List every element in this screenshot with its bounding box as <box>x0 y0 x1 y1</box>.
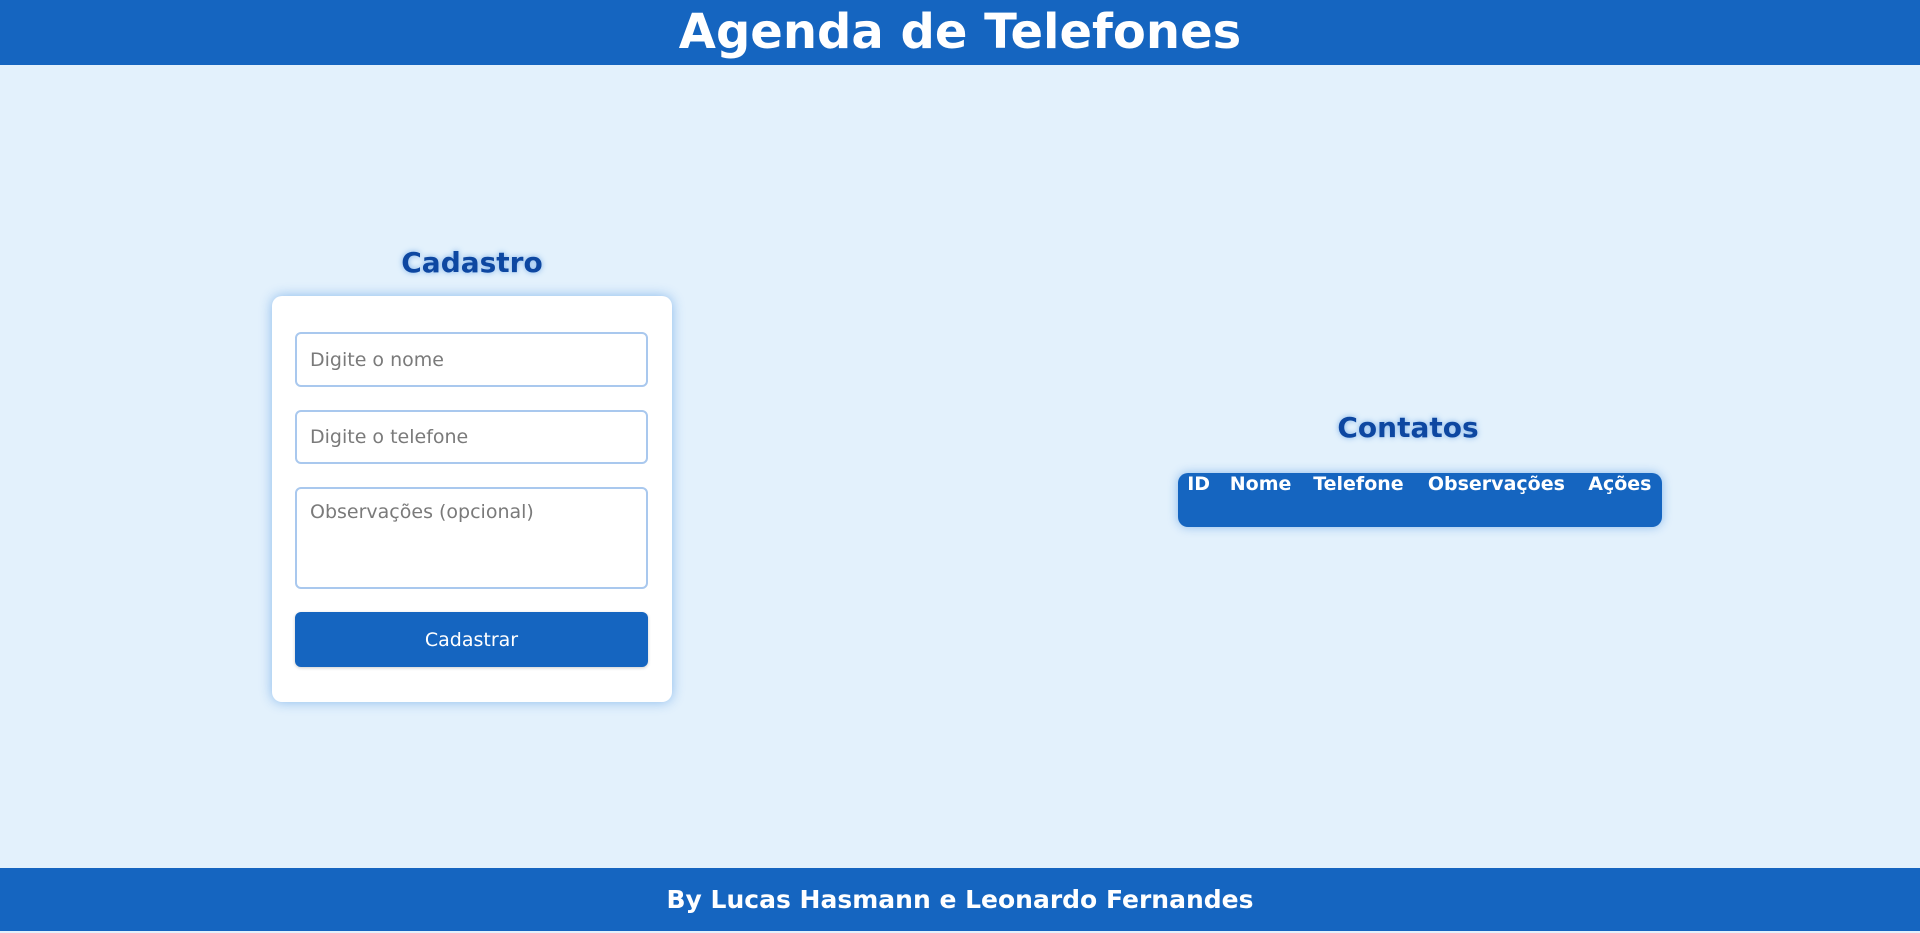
cadastro-form: Cadastrar <box>272 296 672 702</box>
observacoes-textarea[interactable] <box>295 487 648 589</box>
cadastrar-button[interactable]: Cadastrar <box>295 612 648 667</box>
column-header-observacoes: Observações <box>1427 473 1565 495</box>
contacts-table-body <box>1178 495 1662 527</box>
footer-credits: By Lucas Hasmann e Leonardo Fernandes <box>666 885 1254 914</box>
contacts-table-grid: ID Nome Telefone Observações Ações <box>1178 473 1662 527</box>
top-header: Agenda de Telefones <box>0 0 1920 65</box>
column-header-id: ID <box>1187 473 1211 495</box>
telefone-input[interactable] <box>295 410 648 464</box>
nome-input[interactable] <box>295 332 648 387</box>
cadastro-title: Cadastro <box>401 246 543 279</box>
footer: By Lucas Hasmann e Leonardo Fernandes <box>0 868 1920 931</box>
page-title: Agenda de Telefones <box>678 4 1242 60</box>
column-header-acoes: Ações <box>1588 473 1652 495</box>
contatos-title: Contatos <box>1337 411 1479 444</box>
page: Agenda de Telefones Cadastro Cadastrar C… <box>0 0 1920 933</box>
column-header-nome: Nome <box>1229 473 1292 495</box>
column-header-telefone: Telefone <box>1313 473 1404 495</box>
contacts-table: ID Nome Telefone Observações Ações <box>1178 473 1662 527</box>
table-header-row: ID Nome Telefone Observações Ações <box>1178 473 1662 495</box>
